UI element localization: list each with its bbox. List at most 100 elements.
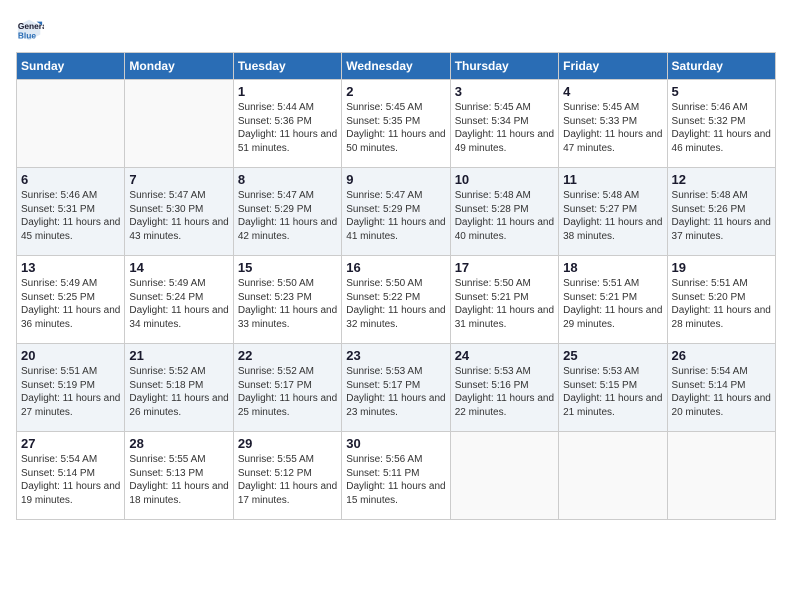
- day-number: 28: [129, 436, 228, 451]
- calendar-cell: 3 Sunrise: 5:45 AM Sunset: 5:34 PM Daylig…: [450, 80, 558, 168]
- day-info: Sunrise: 5:53 AM Sunset: 5:17 PM Dayligh…: [346, 365, 445, 419]
- day-info: Sunrise: 5:56 AM Sunset: 5:11 PM Dayligh…: [346, 453, 445, 507]
- calendar-cell: 19 Sunrise: 5:51 AM Sunset: 5:20 PM Dayli…: [667, 256, 775, 344]
- day-number: 30: [346, 436, 445, 451]
- calendar-week-row: 27 Sunrise: 5:54 AM Sunset: 5:14 PM Dayli…: [17, 432, 776, 520]
- day-number: 13: [21, 260, 120, 275]
- day-number: 18: [563, 260, 662, 275]
- day-info: Sunrise: 5:48 AM Sunset: 5:28 PM Dayligh…: [455, 189, 554, 243]
- day-info: Sunrise: 5:49 AM Sunset: 5:25 PM Dayligh…: [21, 277, 120, 331]
- day-number: 7: [129, 172, 228, 187]
- day-info: Sunrise: 5:55 AM Sunset: 5:12 PM Dayligh…: [238, 453, 337, 507]
- calendar-week-row: 20 Sunrise: 5:51 AM Sunset: 5:19 PM Dayli…: [17, 344, 776, 432]
- calendar-cell: 6 Sunrise: 5:46 AM Sunset: 5:31 PM Daylig…: [17, 168, 125, 256]
- day-number: 12: [672, 172, 771, 187]
- day-number: 1: [238, 84, 337, 99]
- calendar-cell: 28 Sunrise: 5:55 AM Sunset: 5:13 PM Dayli…: [125, 432, 233, 520]
- day-info: Sunrise: 5:46 AM Sunset: 5:32 PM Dayligh…: [672, 101, 771, 155]
- day-info: Sunrise: 5:45 AM Sunset: 5:35 PM Dayligh…: [346, 101, 445, 155]
- day-number: 8: [238, 172, 337, 187]
- day-of-week-header: Friday: [559, 53, 667, 80]
- day-number: 20: [21, 348, 120, 363]
- day-info: Sunrise: 5:55 AM Sunset: 5:13 PM Dayligh…: [129, 453, 228, 507]
- day-info: Sunrise: 5:50 AM Sunset: 5:23 PM Dayligh…: [238, 277, 337, 331]
- day-info: Sunrise: 5:47 AM Sunset: 5:29 PM Dayligh…: [346, 189, 445, 243]
- calendar-table: SundayMondayTuesdayWednesdayThursdayFrid…: [16, 52, 776, 520]
- calendar-cell: [667, 432, 775, 520]
- day-number: 6: [21, 172, 120, 187]
- day-info: Sunrise: 5:51 AM Sunset: 5:19 PM Dayligh…: [21, 365, 120, 419]
- day-info: Sunrise: 5:47 AM Sunset: 5:30 PM Dayligh…: [129, 189, 228, 243]
- day-info: Sunrise: 5:54 AM Sunset: 5:14 PM Dayligh…: [21, 453, 120, 507]
- day-info: Sunrise: 5:52 AM Sunset: 5:17 PM Dayligh…: [238, 365, 337, 419]
- calendar-cell: 20 Sunrise: 5:51 AM Sunset: 5:19 PM Dayli…: [17, 344, 125, 432]
- calendar-cell: 13 Sunrise: 5:49 AM Sunset: 5:25 PM Dayli…: [17, 256, 125, 344]
- calendar-cell: 21Sunrise: 5:52 AM Sunset: 5:18 PM Dayli…: [125, 344, 233, 432]
- calendar-week-row: 13 Sunrise: 5:49 AM Sunset: 5:25 PM Dayli…: [17, 256, 776, 344]
- logo: General Blue: [16, 16, 48, 44]
- calendar-cell: 15 Sunrise: 5:50 AM Sunset: 5:23 PM Dayli…: [233, 256, 341, 344]
- calendar-cell: 27 Sunrise: 5:54 AM Sunset: 5:14 PM Dayli…: [17, 432, 125, 520]
- day-number: 5: [672, 84, 771, 99]
- day-info: Sunrise: 5:54 AM Sunset: 5:14 PM Dayligh…: [672, 365, 771, 419]
- calendar-cell: 12 Sunrise: 5:48 AM Sunset: 5:26 PM Dayli…: [667, 168, 775, 256]
- calendar-cell: 4 Sunrise: 5:45 AM Sunset: 5:33 PM Daylig…: [559, 80, 667, 168]
- calendar-cell: 7 Sunrise: 5:47 AM Sunset: 5:30 PM Daylig…: [125, 168, 233, 256]
- calendar-cell: 29 Sunrise: 5:55 AM Sunset: 5:12 PM Dayli…: [233, 432, 341, 520]
- calendar-cell: 9 Sunrise: 5:47 AM Sunset: 5:29 PM Daylig…: [342, 168, 450, 256]
- day-number: 11: [563, 172, 662, 187]
- day-of-week-header: Wednesday: [342, 53, 450, 80]
- calendar-cell: 8 Sunrise: 5:47 AM Sunset: 5:29 PM Daylig…: [233, 168, 341, 256]
- day-number: 9: [346, 172, 445, 187]
- day-info: Sunrise: 5:48 AM Sunset: 5:26 PM Dayligh…: [672, 189, 771, 243]
- day-number: 17: [455, 260, 554, 275]
- logo-icon: General Blue: [16, 16, 44, 44]
- day-number: 23: [346, 348, 445, 363]
- calendar-cell: 30 Sunrise: 5:56 AM Sunset: 5:11 PM Dayli…: [342, 432, 450, 520]
- day-number: 25: [563, 348, 662, 363]
- day-info: Sunrise: 5:50 AM Sunset: 5:22 PM Dayligh…: [346, 277, 445, 331]
- day-info: Sunrise: 5:50 AM Sunset: 5:21 PM Dayligh…: [455, 277, 554, 331]
- calendar-cell: 25 Sunrise: 5:53 AM Sunset: 5:15 PM Dayli…: [559, 344, 667, 432]
- day-info: Sunrise: 5:45 AM Sunset: 5:34 PM Dayligh…: [455, 101, 554, 155]
- day-info: Sunrise: 5:47 AM Sunset: 5:29 PM Dayligh…: [238, 189, 337, 243]
- calendar-cell: 5 Sunrise: 5:46 AM Sunset: 5:32 PM Daylig…: [667, 80, 775, 168]
- calendar-cell: 10 Sunrise: 5:48 AM Sunset: 5:28 PM Dayli…: [450, 168, 558, 256]
- day-info: Sunrise: 5:53 AM Sunset: 5:16 PM Dayligh…: [455, 365, 554, 419]
- calendar-week-row: 6 Sunrise: 5:46 AM Sunset: 5:31 PM Daylig…: [17, 168, 776, 256]
- day-number: 4: [563, 84, 662, 99]
- day-info: Sunrise: 5:53 AM Sunset: 5:15 PM Dayligh…: [563, 365, 662, 419]
- day-of-week-header: Monday: [125, 53, 233, 80]
- day-number: 10: [455, 172, 554, 187]
- calendar-cell: 16 Sunrise: 5:50 AM Sunset: 5:22 PM Dayli…: [342, 256, 450, 344]
- day-info: Sunrise: 5:52 AM Sunset: 5:18 PM Dayligh…: [129, 365, 228, 419]
- day-number: 26: [672, 348, 771, 363]
- day-number: 24: [455, 348, 554, 363]
- calendar-cell: 2 Sunrise: 5:45 AM Sunset: 5:35 PM Daylig…: [342, 80, 450, 168]
- day-of-week-header: Saturday: [667, 53, 775, 80]
- calendar-cell: 18 Sunrise: 5:51 AM Sunset: 5:21 PM Dayli…: [559, 256, 667, 344]
- day-info: Sunrise: 5:51 AM Sunset: 5:21 PM Dayligh…: [563, 277, 662, 331]
- calendar-cell: 11 Sunrise: 5:48 AM Sunset: 5:27 PM Dayli…: [559, 168, 667, 256]
- day-number: 15: [238, 260, 337, 275]
- day-number: 19: [672, 260, 771, 275]
- day-info: Sunrise: 5:51 AM Sunset: 5:20 PM Dayligh…: [672, 277, 771, 331]
- day-info: Sunrise: 5:46 AM Sunset: 5:31 PM Dayligh…: [21, 189, 120, 243]
- calendar-cell: 22Sunrise: 5:52 AM Sunset: 5:17 PM Dayli…: [233, 344, 341, 432]
- day-number: 27: [21, 436, 120, 451]
- day-number: 3: [455, 84, 554, 99]
- page-header: General Blue: [16, 16, 776, 44]
- calendar-cell: 14Sunrise: 5:49 AM Sunset: 5:24 PM Dayli…: [125, 256, 233, 344]
- calendar-cell: [559, 432, 667, 520]
- day-of-week-header: Thursday: [450, 53, 558, 80]
- day-info: Sunrise: 5:49 AM Sunset: 5:24 PM Dayligh…: [129, 277, 228, 331]
- day-info: Sunrise: 5:45 AM Sunset: 5:33 PM Dayligh…: [563, 101, 662, 155]
- day-number: 2: [346, 84, 445, 99]
- svg-text:Blue: Blue: [18, 30, 36, 40]
- day-number: 16: [346, 260, 445, 275]
- calendar-cell: 1Sunrise: 5:44 AM Sunset: 5:36 PM Daylig…: [233, 80, 341, 168]
- day-number: 29: [238, 436, 337, 451]
- day-of-week-header: Sunday: [17, 53, 125, 80]
- day-info: Sunrise: 5:48 AM Sunset: 5:27 PM Dayligh…: [563, 189, 662, 243]
- day-of-week-header: Tuesday: [233, 53, 341, 80]
